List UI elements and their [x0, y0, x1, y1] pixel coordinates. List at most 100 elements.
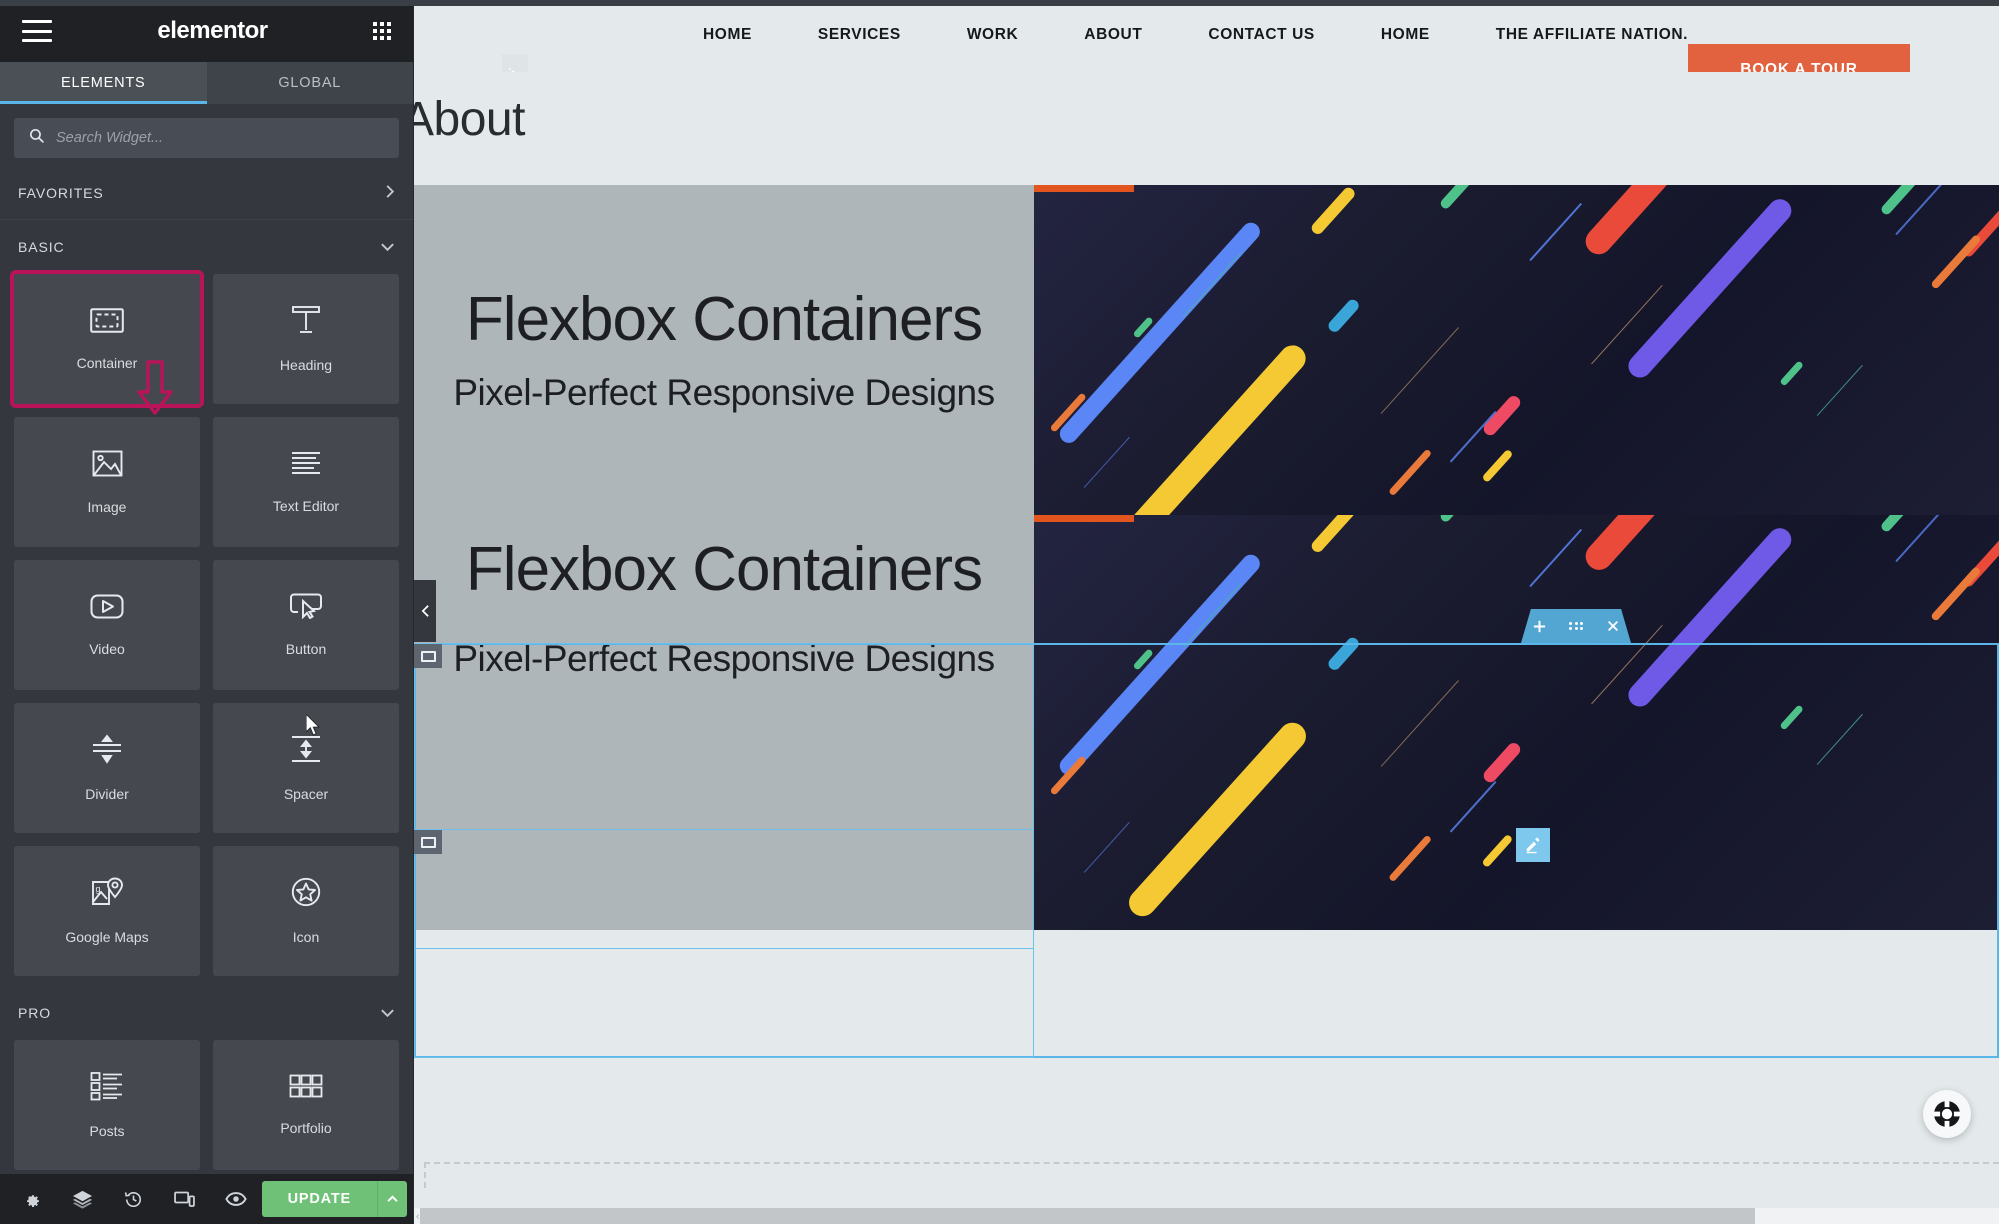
container-handle-glyph: [421, 837, 436, 848]
widget-label: Divider: [85, 786, 129, 802]
update-group: UPDATE: [262, 1181, 407, 1217]
panel-footer-toolbar: UPDATE: [0, 1174, 413, 1224]
abstract-diagonal-bars-image: [1034, 515, 1999, 930]
video-play-icon: [90, 594, 124, 624]
preview-canvas: HOME SERVICES WORK ABOUT CONTACT US HOME…: [414, 0, 1999, 1224]
posts-list-icon: [90, 1071, 124, 1106]
chevron-down-icon: [380, 240, 395, 255]
section-header-pro[interactable]: PRO: [0, 986, 413, 1040]
section-header-favorites[interactable]: FAVORITES: [0, 166, 413, 220]
search-input[interactable]: [56, 130, 385, 146]
collapse-panel-handle[interactable]: [414, 580, 436, 642]
layers-icon[interactable]: [57, 1174, 108, 1224]
widget-label: Video: [89, 641, 125, 657]
widget-label: Heading: [280, 357, 332, 373]
widget-icon[interactable]: Icon: [213, 846, 399, 976]
tab-elements[interactable]: ELEMENTS: [0, 62, 207, 104]
nav-link-services[interactable]: SERVICES: [785, 26, 934, 44]
image-icon: [92, 450, 123, 482]
site-navbar: HOME SERVICES WORK ABOUT CONTACT US HOME…: [414, 0, 1999, 72]
orange-accent-strip: [1034, 515, 1134, 522]
original-image-column[interactable]: [1034, 185, 1999, 515]
history-clock-icon[interactable]: [108, 1174, 159, 1224]
edit-widget-button[interactable]: [1516, 828, 1550, 862]
about-band: About: [414, 72, 1999, 185]
pro-widgets-grid: Posts Portfolio: [0, 1040, 413, 1174]
nav-link-the-affiliate-nation[interactable]: THE AFFILIATE NATION.: [1463, 26, 1721, 44]
widget-image[interactable]: Image: [14, 417, 200, 547]
canvas-bottom-area: ‹: [414, 1064, 1999, 1224]
widget-label: Spacer: [284, 786, 328, 802]
drop-zone-placeholder[interactable]: [424, 1162, 1999, 1188]
eye-icon[interactable]: [211, 1174, 262, 1224]
divider-icon: [90, 734, 124, 769]
section-label-favorites: FAVORITES: [18, 185, 104, 201]
widget-container[interactable]: Container: [14, 274, 200, 404]
nav-link-home-2[interactable]: HOME: [1348, 26, 1463, 44]
widget-heading[interactable]: Heading: [213, 274, 399, 404]
widget-label: Container: [77, 355, 138, 371]
widget-spacer[interactable]: Spacer: [213, 703, 399, 833]
widget-label: Text Editor: [273, 498, 339, 514]
search-icon: [28, 127, 45, 149]
panel-tabs: ELEMENTS GLOBAL: [0, 62, 413, 104]
widget-posts[interactable]: Posts: [14, 1040, 200, 1170]
nav-link-work[interactable]: WORK: [934, 26, 1051, 44]
widget-portfolio[interactable]: Portfolio: [213, 1040, 399, 1170]
original-text-column[interactable]: Flexbox Containers Pixel-Perfect Respons…: [414, 185, 1034, 515]
search-box[interactable]: [14, 118, 399, 158]
widget-label: Icon: [293, 929, 319, 945]
nav-link-about[interactable]: ABOUT: [1051, 26, 1175, 44]
widget-google-maps[interactable]: g Google Maps: [14, 846, 200, 976]
lifebuoy-help-icon[interactable]: [1923, 1090, 1971, 1138]
widget-label: Posts: [89, 1123, 124, 1139]
drag-dots-icon[interactable]: [1569, 622, 1583, 631]
text-lines-icon: [290, 450, 322, 481]
chevron-left-small-icon[interactable]: ‹: [416, 1211, 419, 1222]
widget-button[interactable]: Button: [213, 560, 399, 690]
update-button[interactable]: UPDATE: [262, 1181, 377, 1217]
panel-header: elementor: [0, 0, 413, 62]
widget-label: Portfolio: [280, 1120, 331, 1136]
container-handle-glyph: [421, 651, 436, 662]
widget-text-editor[interactable]: Text Editor: [213, 417, 399, 547]
elementor-editor-window: elementor ELEMENTS GLOBAL: [0, 0, 1999, 1224]
section-toolbar: [1521, 609, 1631, 643]
star-circle-icon: [291, 877, 321, 912]
duplicated-text-column[interactable]: Flexbox Containers Pixel-Perfect Respons…: [414, 515, 1034, 930]
duplicated-subheading: Pixel-Perfect Responsive Designs: [453, 638, 994, 681]
scrollbar-thumb[interactable]: [420, 1208, 1755, 1224]
page-title: About: [414, 92, 525, 147]
section-duplicated-container[interactable]: Flexbox Containers Pixel-Perfect Respons…: [414, 515, 1999, 930]
devices-icon[interactable]: [159, 1174, 210, 1224]
close-x-icon[interactable]: [1606, 619, 1620, 633]
basic-widgets-grid: Container Heading: [0, 274, 413, 986]
hamburger-icon[interactable]: [22, 20, 52, 42]
plus-icon[interactable]: [1532, 619, 1547, 634]
portfolio-grid-icon: [289, 1074, 323, 1103]
nav-links: HOME SERVICES WORK ABOUT CONTACT US HOME…: [670, 26, 1939, 44]
tab-global[interactable]: GLOBAL: [207, 62, 414, 104]
section-original-container[interactable]: Flexbox Containers Pixel-Perfect Respons…: [414, 185, 1999, 515]
widget-label: Button: [286, 641, 326, 657]
window-top-strip: [0, 0, 1999, 6]
chevron-right-icon: [385, 184, 395, 202]
gear-icon[interactable]: [6, 1174, 57, 1224]
heading-t-icon: [290, 305, 322, 340]
duplicated-image-column[interactable]: [1034, 515, 1999, 930]
section-header-basic[interactable]: BASIC: [0, 220, 413, 274]
section-handle-top[interactable]: [414, 644, 442, 668]
widget-handle[interactable]: [414, 830, 442, 854]
panel-scroll-area: FAVORITES BASIC: [0, 104, 413, 1174]
nav-link-contact-us[interactable]: CONTACT US: [1175, 26, 1347, 44]
button-cursor-icon: [289, 593, 323, 624]
horizontal-scrollbar[interactable]: ‹: [414, 1208, 1999, 1224]
chevron-down-icon: [380, 1006, 395, 1021]
widget-video[interactable]: Video: [14, 560, 200, 690]
grid-apps-icon[interactable]: [373, 22, 391, 40]
google-maps-pin-icon: g: [91, 877, 123, 912]
nav-link-home[interactable]: HOME: [670, 26, 785, 44]
spacer-icon: [289, 734, 323, 769]
widget-divider[interactable]: Divider: [14, 703, 200, 833]
caret-up-icon[interactable]: [377, 1181, 407, 1217]
